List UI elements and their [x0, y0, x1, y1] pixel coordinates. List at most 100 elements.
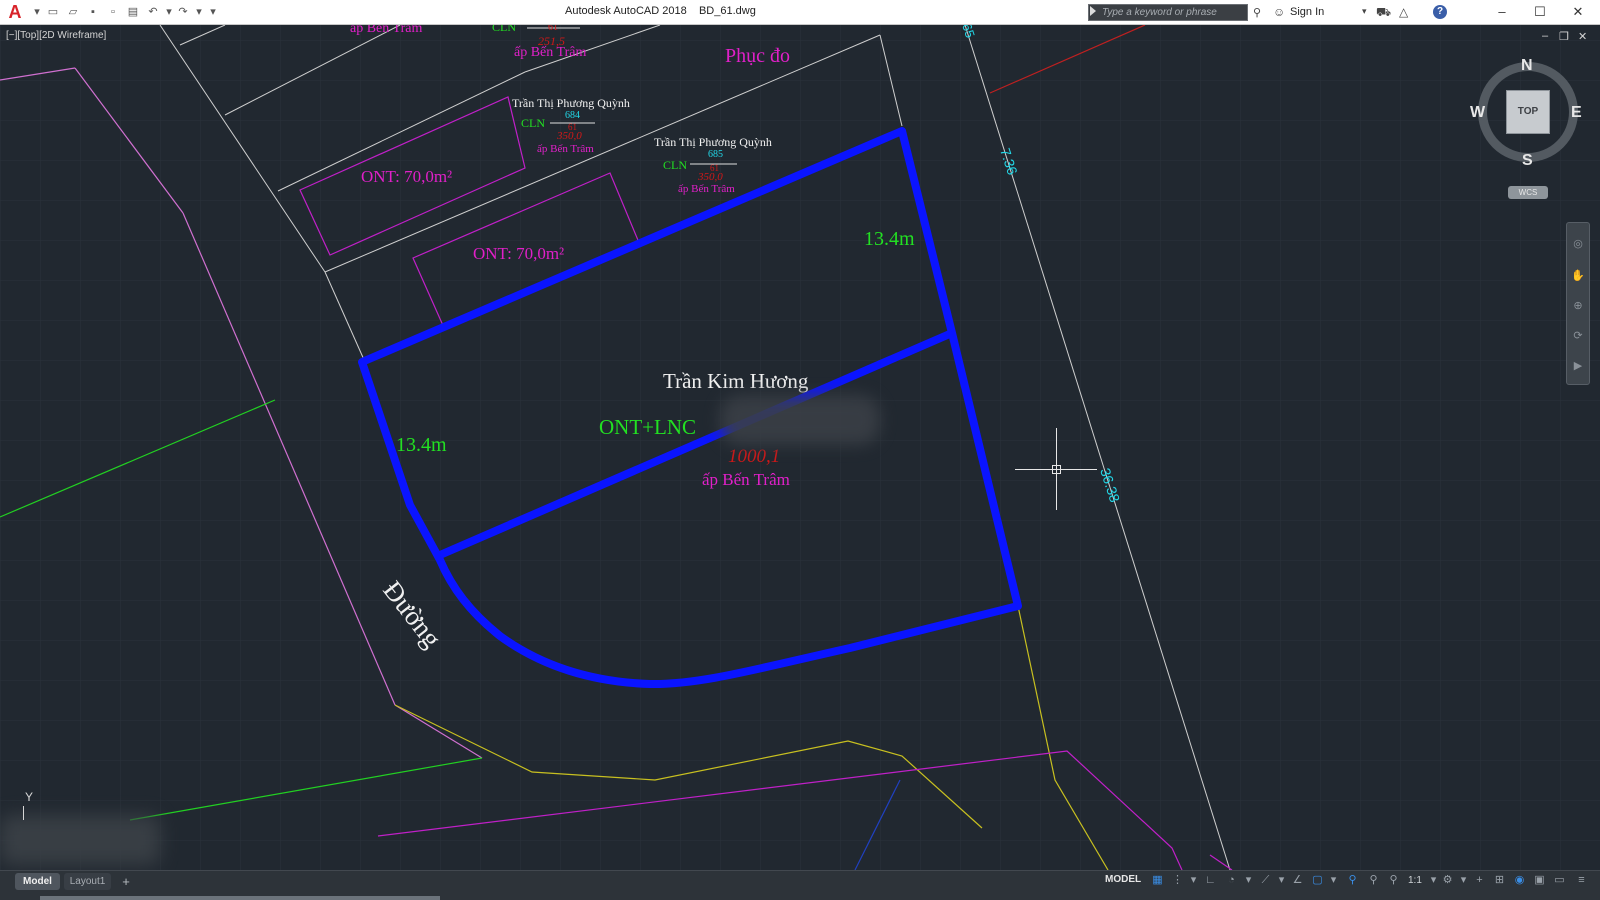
snap-dropdown-icon[interactable]: ▾: [1186, 873, 1201, 888]
label-sheet-top: 61: [548, 25, 558, 33]
showmotion-icon[interactable]: ▶: [1571, 359, 1585, 373]
grid-icon[interactable]: ▦: [1150, 873, 1165, 888]
steering-wheel-icon[interactable]: ◎: [1571, 237, 1585, 251]
new-file-icon[interactable]: ▭: [46, 5, 60, 19]
tab-model[interactable]: Model: [15, 873, 60, 890]
tab-layout1[interactable]: Layout1: [64, 873, 111, 890]
app-name: Autodesk AutoCAD 2018: [565, 5, 687, 17]
label-area-684: 350,0: [556, 130, 582, 142]
maximize-icon[interactable]: ☐: [1522, 2, 1558, 22]
cart-icon[interactable]: ⛟: [1376, 5, 1391, 21]
clean-screen-icon[interactable]: ▭: [1552, 873, 1567, 888]
compass-north[interactable]: N: [1521, 57, 1533, 75]
search-input[interactable]: [1102, 5, 1242, 20]
annotation-scale-icon[interactable]: ⚲: [1386, 873, 1401, 888]
wcs-menu[interactable]: WCS: [1508, 186, 1548, 199]
polar-dropdown-icon[interactable]: ▾: [1241, 873, 1256, 888]
label-cln-685: CLN: [663, 158, 687, 172]
title-bar: A ▾ ▭ ▱ ▪ ▫ ▤ ↶ ▾ ↷ ▾ ▾ Autodesk AutoCAD…: [0, 0, 1600, 25]
dropdown-icon[interactable]: ▾: [30, 5, 44, 19]
a360-icon[interactable]: △: [1399, 5, 1408, 19]
sign-in-button[interactable]: Sign In: [1290, 6, 1324, 18]
ucs-y-label: Y: [25, 790, 34, 804]
redo-icon[interactable]: ↷: [176, 5, 190, 19]
blurred-region: [720, 395, 880, 445]
annotation-monitor-icon[interactable]: +: [1472, 873, 1487, 888]
autocad-logo-icon[interactable]: A: [4, 2, 26, 22]
undo-dropdown-icon[interactable]: ▾: [162, 5, 176, 19]
compass-west[interactable]: W: [1470, 104, 1485, 122]
pan-icon[interactable]: ✋: [1571, 269, 1585, 283]
model-space-button[interactable]: MODEL: [1105, 874, 1141, 885]
pickbox: [1052, 465, 1061, 474]
hardware-acceleration-icon[interactable]: ▣: [1532, 873, 1547, 888]
drawing-canvas[interactable]: Phục đo ấp Bến Trâm CLN 61 251,5 ấp Bến …: [0, 25, 1600, 870]
close-icon[interactable]: ✕: [1560, 2, 1596, 22]
binoculars-icon[interactable]: ⚲: [1253, 6, 1261, 19]
units-icon[interactable]: ⊞: [1492, 873, 1507, 888]
redo-dropdown-icon[interactable]: ▾: [192, 5, 206, 19]
label-hamlet-684: ấp Bến Trâm: [537, 143, 594, 155]
label-hamlet-top: ấp Bến Trâm: [514, 45, 586, 60]
annotation-visibility-icon[interactable]: ⚲: [1345, 873, 1360, 888]
viewcube[interactable]: TOP N S E W: [1470, 57, 1582, 169]
object-snap-dropdown-icon[interactable]: ▾: [1326, 873, 1341, 888]
label-hamlet-685: ấp Bến Trâm: [678, 183, 735, 195]
sign-in-dropdown-icon[interactable]: ▾: [1362, 6, 1367, 17]
orbit-icon[interactable]: ⟳: [1571, 329, 1585, 343]
label-area-main: 1000,1: [728, 446, 780, 467]
auto-scale-icon[interactable]: ⚲: [1366, 873, 1381, 888]
viewport-minimize-icon[interactable]: –: [1542, 30, 1548, 42]
viewport-controls-label[interactable]: [−][Top][2D Wireframe]: [6, 30, 106, 41]
workspace-gear-icon[interactable]: ⚙: [1440, 873, 1455, 888]
file-name: BD_61.dwg: [698, 5, 756, 17]
object-snap-tracking-icon[interactable]: ∠: [1290, 873, 1305, 888]
compass-east[interactable]: E: [1571, 104, 1582, 122]
label-ont-area-1: ONT: 70,0m²: [361, 167, 452, 186]
search-expand-icon[interactable]: [1090, 6, 1096, 16]
help-icon[interactable]: ?: [1433, 5, 1447, 19]
blurred-region: [0, 815, 160, 865]
label-parcel-684: 684: [565, 110, 580, 121]
viewcube-top-face[interactable]: TOP: [1506, 90, 1550, 134]
customization-menu-icon[interactable]: ≡: [1574, 873, 1589, 888]
label-owner-684: Trần Thị Phương Quỳnh: [512, 96, 630, 110]
viewport-close-icon[interactable]: ✕: [1578, 30, 1587, 43]
undo-icon[interactable]: ↶: [146, 5, 160, 19]
isodraft-dropdown-icon[interactable]: ▾: [1274, 873, 1289, 888]
save-as-icon[interactable]: ▫: [106, 5, 120, 19]
minimize-icon[interactable]: –: [1484, 2, 1520, 22]
label-area-685: 350,0: [697, 171, 723, 183]
label-owner-685: Trần Thị Phương Quỳnh: [654, 135, 772, 149]
navigation-bar: ◎ ✋ ⊕ ⟳ ▶: [1566, 222, 1590, 385]
user-icon[interactable]: ☺: [1273, 5, 1285, 19]
add-layout-button[interactable]: +: [117, 873, 135, 890]
save-icon[interactable]: ▪: [86, 5, 100, 19]
ucs-icon: [23, 806, 24, 820]
workspace-dropdown-icon[interactable]: ▾: [1456, 873, 1471, 888]
autocad-window: A ▾ ▭ ▱ ▪ ▫ ▤ ↶ ▾ ↷ ▾ ▾ Autodesk AutoCAD…: [0, 0, 1600, 900]
customize-qat-icon[interactable]: ▾: [206, 5, 220, 19]
polar-icon[interactable]: ◔: [1224, 873, 1239, 888]
annotation-scale-value[interactable]: 1:1: [1408, 875, 1422, 886]
object-snap-icon[interactable]: ▢: [1310, 873, 1325, 888]
zoom-icon[interactable]: ⊕: [1571, 299, 1585, 313]
label-hamlet-top-left: ấp Bến Trâm: [350, 25, 422, 36]
label-owner-main: Trần Kim Hương: [663, 369, 809, 393]
isolate-objects-icon[interactable]: ◉: [1512, 873, 1527, 888]
compass-south[interactable]: S: [1522, 152, 1533, 170]
scale-dropdown-icon[interactable]: ▾: [1426, 873, 1441, 888]
viewport-restore-icon[interactable]: ❐: [1559, 30, 1569, 43]
isodraft-icon[interactable]: ⟋: [1258, 873, 1273, 888]
print-icon[interactable]: ▤: [126, 5, 140, 19]
window-title: Autodesk AutoCAD 2018 BD_61.dwg: [565, 5, 756, 17]
horizontal-scrollbar[interactable]: [40, 896, 440, 900]
open-file-icon[interactable]: ▱: [66, 5, 80, 19]
label-phuc-do: Phục đo: [725, 45, 790, 67]
label-ont-area-2: ONT: 70,0m²: [473, 244, 564, 263]
snap-icon[interactable]: ⋮: [1170, 873, 1185, 888]
ortho-icon[interactable]: ∟: [1203, 873, 1218, 888]
label-land-type-main: ONT+LNC: [599, 415, 696, 439]
label-parcel-685: 685: [708, 149, 723, 160]
label-dim-top-right: 13.4m: [864, 228, 915, 250]
